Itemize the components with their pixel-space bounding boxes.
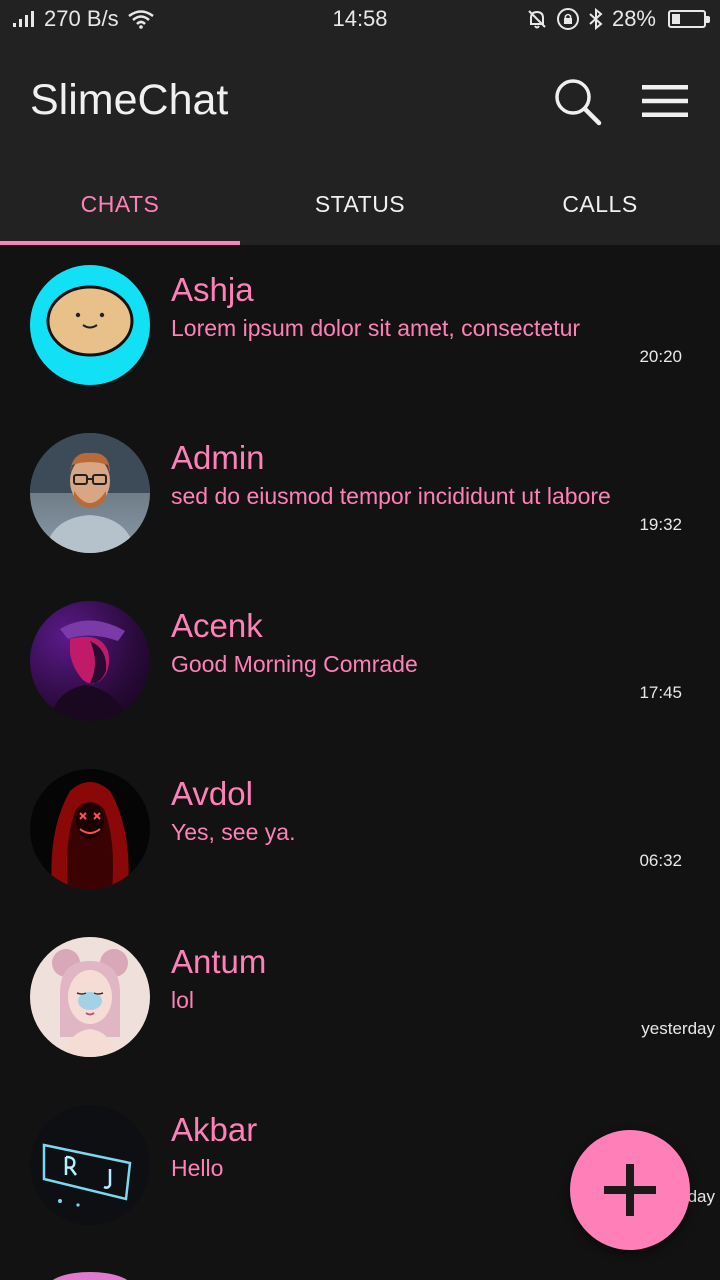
chat-item-antum[interactable]: Antum lol yesterday xyxy=(0,917,720,1085)
chat-name: Avdol xyxy=(171,775,253,812)
chat-last-message: Good Morning Comrade xyxy=(171,651,418,677)
chat-time: 06:32 xyxy=(639,851,682,870)
chat-name: Akbar xyxy=(171,1111,258,1148)
bell-muted-icon xyxy=(528,10,546,29)
menu-icon[interactable] xyxy=(642,83,688,119)
battery-icon xyxy=(668,10,710,28)
status-left: 270 B/s xyxy=(12,6,155,32)
network-speed: 270 B/s xyxy=(44,6,119,31)
cartoon-face-icon xyxy=(46,285,134,357)
status-right: 28% xyxy=(526,6,710,32)
new-chat-button[interactable] xyxy=(570,1130,690,1250)
chat-last-message: lol xyxy=(171,987,195,1013)
chat-name: Admin xyxy=(171,439,265,476)
chat-item-admin[interactable]: Admin sed do eiusmod tempor incididunt u… xyxy=(0,413,720,581)
neon-sign-icon xyxy=(42,1143,132,1207)
chat-time: 17:45 xyxy=(639,683,682,702)
chat-time: 20:20 xyxy=(639,347,682,366)
tab-bar: CHATS STATUS CALLS xyxy=(0,163,720,245)
avatar xyxy=(30,937,150,1057)
bluetooth-icon xyxy=(589,7,603,31)
chat-last-message: Yes, see ya. xyxy=(171,819,296,845)
chat-last-message: Lorem ipsum dolor sit amet, consectetur xyxy=(171,315,581,341)
avatar xyxy=(30,265,150,385)
chat-item-ashja[interactable]: Ashja Lorem ipsum dolor sit amet, consec… xyxy=(0,245,720,413)
rotation-lock-icon xyxy=(556,8,579,30)
status-bar: 270 B/s 14:58 28% xyxy=(0,0,720,38)
app-bar: SlimeChat xyxy=(0,38,720,163)
wifi-icon xyxy=(127,10,154,29)
chat-name: Acenk xyxy=(171,607,263,644)
avatar xyxy=(30,769,150,889)
person-photo-icon xyxy=(30,433,150,553)
tab-chats[interactable]: CHATS xyxy=(0,163,240,245)
chat-list: Ashja Lorem ipsum dolor sit amet, consec… xyxy=(0,245,720,1253)
search-icon[interactable] xyxy=(552,76,602,126)
chat-item-acenk[interactable]: Acenk Good Morning Comrade 17:45 xyxy=(0,581,720,749)
avatar xyxy=(30,1105,150,1225)
chat-time: 19:32 xyxy=(639,515,682,534)
chat-last-message: sed do eiusmod tempor incididunt ut labo… xyxy=(171,483,611,509)
chat-name: Antum xyxy=(171,943,267,980)
person-photo-icon xyxy=(50,620,130,721)
signal-icon xyxy=(13,11,34,27)
chat-item-avdol[interactable]: Avdol Yes, see ya. 06:32 xyxy=(0,749,720,917)
avatar xyxy=(48,1272,132,1280)
app-title: SlimeChat xyxy=(30,76,229,124)
battery-percent: 28% xyxy=(611,6,656,31)
illustrated-girl-icon xyxy=(52,949,128,1057)
app-bar-actions xyxy=(552,76,688,126)
plus-icon xyxy=(604,1164,656,1216)
chat-time: yesterday xyxy=(641,1019,715,1038)
tab-calls[interactable]: CALLS xyxy=(480,163,720,245)
tab-status[interactable]: STATUS xyxy=(240,163,480,245)
chat-last-message: Hello xyxy=(171,1155,224,1181)
avatar xyxy=(30,433,150,553)
avatar xyxy=(30,601,150,721)
battery-level xyxy=(672,14,680,24)
hooded-mask-icon xyxy=(51,782,129,889)
chat-name: Ashja xyxy=(171,271,254,308)
